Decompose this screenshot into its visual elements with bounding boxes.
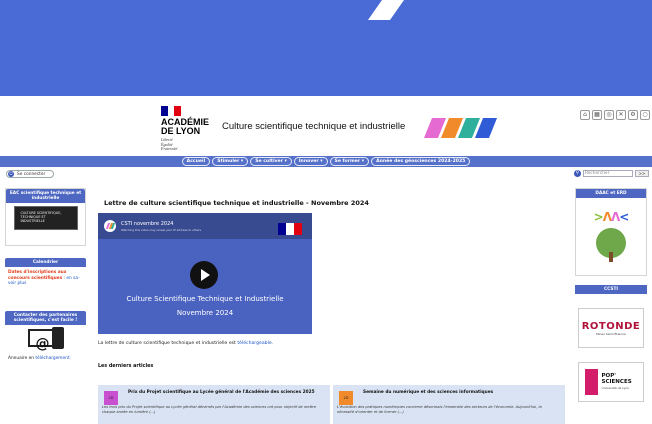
nav-item-innover[interactable]: Innover ▾ [293, 157, 328, 166]
video-title[interactable]: CSTI novembre 2024 [121, 221, 173, 227]
grid-icon[interactable]: ▦ [592, 110, 602, 120]
article-description: L'évolution des pratiques numériques con… [337, 405, 542, 414]
search-submit-button[interactable]: >> [635, 170, 649, 177]
toolbar-icons: ⌂ ▦ ◎ ✕ ⚙ ○ [580, 110, 650, 120]
banner-decoration [367, 0, 405, 20]
video-caption-line1: Culture Scientifique Technique et Indust… [126, 295, 284, 303]
video-flag-logo [278, 223, 302, 235]
main-navigation: Accueil Stimuler ▾ Se cultiver ▾ Innover… [0, 156, 652, 167]
daac-box-title: DAAC et ERD [576, 189, 646, 198]
daac-box: DAAC et ERD >ΛΛ< [575, 188, 647, 276]
academie-line2: DE LYON [161, 126, 201, 136]
video-privacy-note: Watching this video may reveal your IP a… [121, 228, 202, 232]
ccsti-box-title: CCSTI [575, 285, 647, 294]
article-thumbnail[interactable]: 2D [339, 391, 353, 405]
video-caption-line2: Novembre 2024 [176, 309, 234, 317]
pop-sciences-name: POP' SCIENCES [601, 373, 632, 385]
user-icon[interactable]: ○ [640, 110, 650, 120]
article-card[interactable]: 2D Semaine du numérique et des sciences … [333, 385, 565, 424]
article-thumbnail[interactable]: 2D [104, 391, 118, 405]
share-icon[interactable]: ✕ [616, 110, 626, 120]
eac-box-title: EAC scientifique technique et industriel… [6, 189, 85, 203]
nav-item-se-former[interactable]: Se former ▾ [329, 157, 370, 166]
search-icon: ⚲ [574, 170, 581, 177]
article-title[interactable]: Prix du Projet scientifique au Lycée gén… [128, 390, 315, 395]
site-title[interactable]: Culture scientifique technique et indust… [222, 121, 405, 132]
pop-sciences-logo[interactable]: POP' SCIENCES Université de Lyon [578, 362, 644, 402]
tree-logo[interactable] [596, 228, 626, 262]
daac-logo[interactable]: >ΛΛ< [580, 210, 642, 224]
republic-flag-logo [161, 106, 182, 116]
calendar-red-text: Dates d'inscriptions aux concours scient… [8, 270, 67, 281]
search-input[interactable]: Rechercher [583, 170, 633, 177]
email-phone-icon: @ [26, 327, 66, 353]
home-icon[interactable]: ⌂ [580, 110, 590, 120]
directory-download-link[interactable]: téléchargement. [35, 356, 71, 361]
latest-articles-heading: Les derniers articles [98, 364, 154, 369]
rotonde-subtitle: Mines Saint-Étienne [596, 331, 626, 336]
nav-item-se-cultiver[interactable]: Se cultiver ▾ [250, 157, 292, 166]
eac-box: EAC scientifique technique et industriel… [5, 188, 86, 246]
ccsti-box: CCSTI ROTONDE Mines Saint-Étienne POP' S… [575, 285, 647, 424]
academie-logo[interactable]: ACADÉMIE DE LYON Liberté Égalité Fratern… [161, 118, 221, 152]
article-description: Les trois prix du Projet scientifique au… [102, 405, 317, 414]
login-button[interactable]: ⏻ Se connecter [6, 170, 54, 178]
nav-item-stimuler[interactable]: Stimuler ▾ [212, 157, 249, 166]
search-bar: ⚲ Rechercher >> [574, 170, 649, 177]
rotonde-name: ROTONDE [581, 320, 641, 332]
letter-download-link[interactable]: téléchargeable. [237, 341, 273, 346]
nav-item-accueil[interactable]: Accueil [181, 157, 211, 166]
login-label: Se connecter [17, 171, 46, 177]
video-player[interactable]: CSTI novembre 2024 Watching this video m… [98, 213, 312, 334]
site-logo-stripes [423, 118, 498, 138]
pop-sciences-subtitle: Université de Lyon [601, 386, 630, 390]
article-card[interactable]: 2D Prix du Projet scientifique au Lycée … [98, 385, 330, 424]
eac-image[interactable]: CULTURE SCIENTIFIQUE, TECHNIQUE ET INDUS… [13, 206, 78, 230]
contact-box: Contacter des partenaires scientifiques,… [5, 311, 86, 371]
republic-motto: Liberté Égalité Fraternité [161, 137, 178, 151]
top-banner [0, 0, 652, 96]
calendar-box-title: Calendrier [5, 258, 86, 267]
contact-box-title: Contacter des partenaires scientifiques,… [5, 311, 86, 325]
nav-item-annee-geosciences[interactable]: Année des géosciences 2024-2025 [371, 157, 471, 166]
calendar-box: Calendrier Dates d'inscriptions aux conc… [5, 258, 86, 298]
channel-avatar[interactable] [104, 220, 116, 232]
play-icon[interactable] [190, 261, 218, 289]
rotonde-logo[interactable]: ROTONDE Mines Saint-Étienne [578, 308, 644, 348]
article-title[interactable]: Semaine du numérique et des sciences inf… [363, 390, 493, 395]
settings-icon[interactable]: ⚙ [628, 110, 638, 120]
accessibility-icon[interactable]: ◎ [604, 110, 614, 120]
intro-text: La lettre de culture scientifique techni… [98, 341, 274, 346]
page-title: Lettre de culture scientifique technique… [104, 199, 369, 207]
login-icon: ⏻ [8, 171, 14, 177]
